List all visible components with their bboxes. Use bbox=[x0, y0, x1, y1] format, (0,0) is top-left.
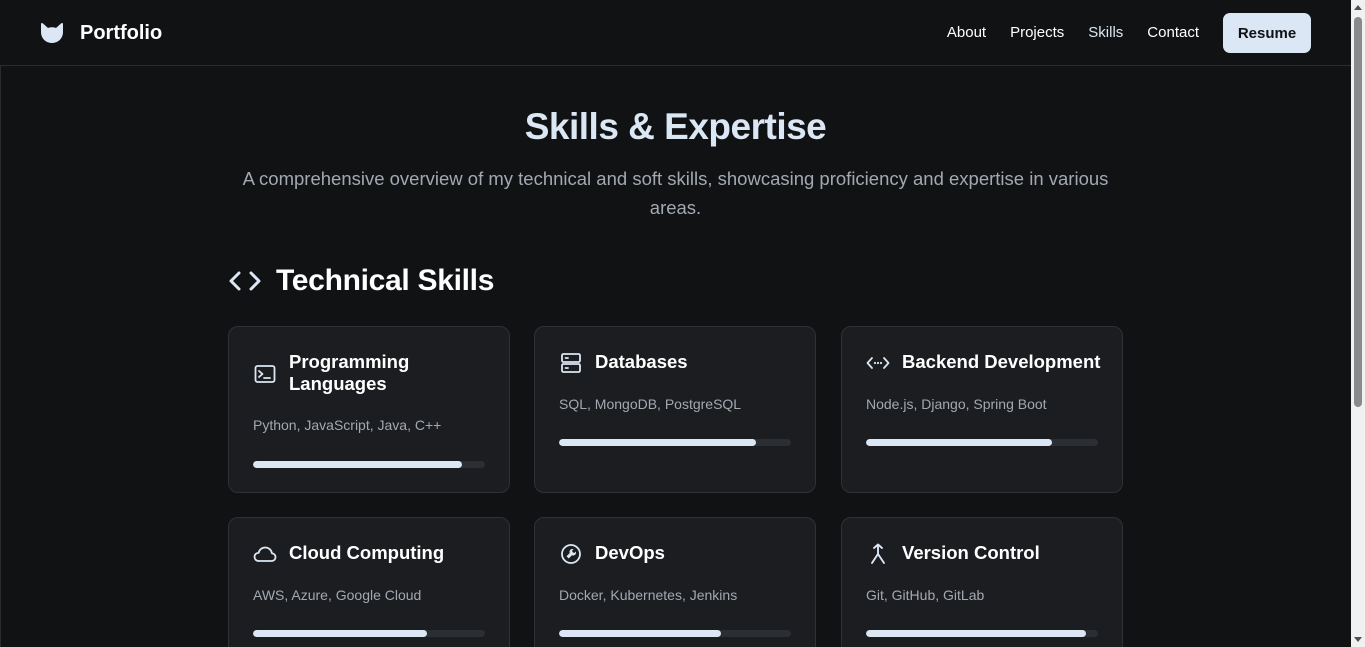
skill-card-title: Cloud Computing bbox=[289, 542, 445, 563]
skill-card-backend-development: Backend Development Node.js, Django, Spr… bbox=[841, 326, 1123, 493]
skill-progress-fill bbox=[559, 630, 722, 637]
skill-card-cloud-computing: Cloud Computing AWS, Azure, Google Cloud bbox=[228, 517, 510, 647]
skill-card-items: Node.js, Django, Spring Boot bbox=[866, 396, 1047, 412]
nav-link-about[interactable]: About bbox=[947, 13, 986, 53]
cloud-icon bbox=[253, 542, 277, 566]
code-arrows-icon bbox=[866, 351, 890, 375]
brand-logo-icon bbox=[40, 20, 64, 46]
skill-progress-bar bbox=[866, 439, 1098, 446]
wrench-badge-icon bbox=[559, 542, 583, 566]
section-title: Technical Skills bbox=[276, 264, 495, 297]
nav-link-contact[interactable]: Contact bbox=[1147, 13, 1199, 53]
resume-button[interactable]: Resume bbox=[1223, 13, 1311, 53]
skill-card-devops: DevOps Docker, Kubernetes, Jenkins bbox=[534, 517, 816, 647]
skill-progress-bar bbox=[559, 630, 791, 637]
skill-card-items: SQL, MongoDB, PostgreSQL bbox=[559, 396, 742, 412]
site-header: Portfolio About Projects Skills Contact … bbox=[0, 0, 1351, 66]
skill-card-title: Programming Languages bbox=[289, 351, 410, 394]
git-merge-icon bbox=[866, 542, 890, 566]
scrollbar-thumb[interactable] bbox=[1354, 17, 1362, 407]
skill-progress-fill bbox=[559, 439, 757, 446]
page-title: Skills & Expertise bbox=[524, 106, 827, 147]
skill-progress-bar bbox=[559, 439, 791, 446]
skill-progress-fill bbox=[253, 461, 462, 468]
skill-card-version-control: Version Control Git, GitHub, GitLab bbox=[841, 517, 1123, 647]
skill-progress-fill bbox=[866, 439, 1052, 446]
skill-card-items: Git, GitHub, GitLab bbox=[866, 587, 985, 603]
skill-card-items: Docker, Kubernetes, Jenkins bbox=[559, 587, 738, 603]
skill-card-items: Python, JavaScript, Java, C++ bbox=[253, 417, 442, 433]
page-scrollbar[interactable] bbox=[1351, 0, 1365, 647]
scroll-up-arrow-icon[interactable] bbox=[1354, 5, 1362, 10]
skill-card-databases: Databases SQL, MongoDB, PostgreSQL bbox=[534, 326, 816, 493]
skill-card-title: Version Control bbox=[902, 542, 1040, 563]
nav-link-projects[interactable]: Projects bbox=[1010, 13, 1064, 53]
skill-card-title: Backend Development bbox=[902, 351, 1101, 372]
brand[interactable]: Portfolio bbox=[40, 20, 162, 46]
terminal-icon bbox=[253, 362, 277, 386]
skill-progress-bar bbox=[253, 461, 485, 468]
skill-card-programming-languages: Programming Languages Python, JavaScript… bbox=[228, 326, 510, 493]
scroll-down-arrow-icon[interactable] bbox=[1354, 637, 1362, 642]
skill-card-title: Databases bbox=[595, 351, 688, 372]
brand-name: Portfolio bbox=[80, 21, 163, 44]
technical-skills-heading: Technical Skills bbox=[228, 264, 494, 298]
skill-progress-bar bbox=[866, 630, 1098, 637]
nav-link-skills[interactable]: Skills bbox=[1088, 13, 1123, 53]
page-subtitle: A comprehensive overview of my technical… bbox=[242, 168, 1109, 218]
database-server-icon bbox=[559, 351, 583, 375]
skill-progress-bar bbox=[253, 630, 485, 637]
skill-card-items: AWS, Azure, Google Cloud bbox=[253, 587, 422, 603]
code-brackets-icon bbox=[228, 264, 262, 298]
skill-progress-fill bbox=[253, 630, 427, 637]
skill-progress-fill bbox=[866, 630, 1087, 637]
main-nav: About Projects Skills Contact Resume bbox=[923, 13, 1311, 53]
skill-card-title: DevOps bbox=[595, 542, 665, 563]
